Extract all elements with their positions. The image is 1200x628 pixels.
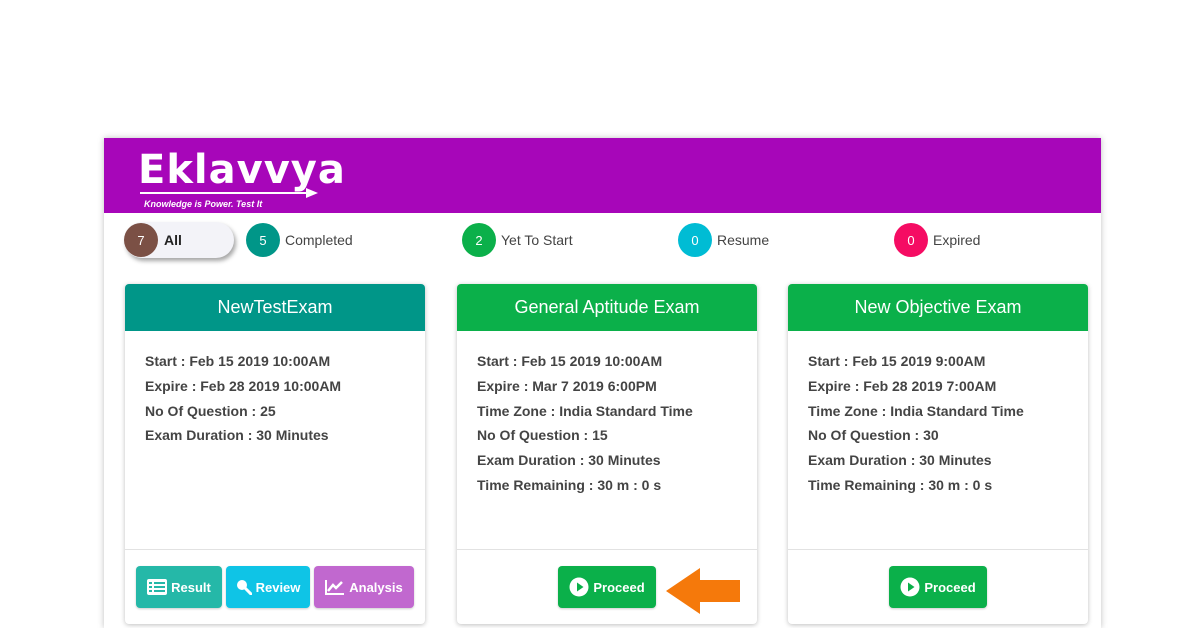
filter-all[interactable]: 7 All	[124, 222, 234, 258]
exam-card-title: New Objective Exam	[788, 284, 1088, 331]
filter-expired-label: Expired	[933, 232, 981, 248]
exam-question-count: No Of Question : 15	[477, 427, 608, 444]
exam-start: Start : Feb 15 2019 9:00AM	[808, 353, 986, 369]
app-header: Eklavvya Knowledge is Power. Test It	[104, 138, 1101, 213]
exam-card-details: Start : Feb 15 2019 9:00AM Expire : Feb …	[788, 331, 1088, 549]
exam-dashboard: Eklavvya Knowledge is Power. Test It 7 A…	[104, 138, 1101, 628]
line-chart-icon	[325, 580, 345, 595]
exam-duration: Exam Duration : 30 Minutes	[145, 427, 329, 444]
logo-tagline: Knowledge is Power. Test It	[144, 199, 263, 209]
logo-wordmark: Eklavvya	[138, 147, 346, 193]
exam-card-title: General Aptitude Exam	[457, 284, 757, 331]
exam-duration: Exam Duration : 30 Minutes	[808, 452, 992, 469]
filter-yet-to-start-count: 2	[462, 223, 496, 257]
exam-card-actions: Proceed	[788, 549, 1088, 624]
exam-expire: Expire : Mar 7 2019 6:00PM	[477, 377, 657, 394]
exam-expire: Expire : Feb 28 2019 7:00AM	[808, 377, 997, 394]
exam-time-remaining: Time Remaining : 30 m : 0 s	[808, 476, 993, 493]
exam-card-details: Start : Feb 15 2019 10:00AM Expire : Feb…	[125, 331, 425, 549]
exam-question-count: No Of Question : 25	[145, 402, 276, 419]
list-icon	[147, 579, 168, 595]
exam-time-zone: Time Zone : India Standard Time	[808, 402, 1024, 419]
exam-duration: Exam Duration : 30 Minutes	[477, 452, 661, 469]
arrow-left-icon	[666, 568, 740, 614]
proceed-button-label: Proceed	[593, 579, 645, 595]
status-filter-bar: 7 All 5 Completed 2 Yet To Start 0 Resum…	[104, 222, 1101, 262]
exam-start: Start : Feb 15 2019 10:00AM	[145, 353, 331, 369]
magnifier-icon	[236, 580, 252, 595]
filter-yet-to-start-label: Yet To Start	[501, 232, 573, 248]
filter-completed-count: 5	[246, 223, 280, 257]
filter-resume-label: Resume	[717, 232, 770, 248]
analysis-button-label: Analysis	[349, 579, 403, 595]
exam-time-remaining: Time Remaining : 30 m : 0 s	[477, 476, 662, 493]
result-button-label: Result	[171, 579, 211, 595]
exam-card-title: NewTestExam	[125, 284, 425, 331]
play-circle-icon	[569, 577, 589, 597]
filter-yet-to-start[interactable]: 2 Yet To Start	[462, 222, 573, 258]
exam-card-details: Start : Feb 15 2019 10:00AM Expire : Mar…	[457, 331, 757, 549]
exam-card-actions: Result Review Analysis	[125, 549, 425, 624]
exam-start: Start : Feb 15 2019 10:00AM	[477, 353, 663, 369]
filter-expired[interactable]: 0 Expired	[894, 222, 980, 258]
proceed-button[interactable]: Proceed	[558, 566, 656, 608]
filter-resume-count: 0	[678, 223, 712, 257]
review-button[interactable]: Review	[226, 566, 310, 608]
filter-all-label: All	[164, 232, 182, 248]
filter-expired-count: 0	[894, 223, 928, 257]
filter-resume[interactable]: 0 Resume	[678, 222, 769, 258]
proceed-button[interactable]: Proceed	[889, 566, 987, 608]
exam-question-count: No Of Question : 30	[808, 427, 939, 444]
exam-card-newtestexam: NewTestExam Start : Feb 15 2019 10:00AM …	[125, 284, 425, 624]
filter-completed[interactable]: 5 Completed	[246, 222, 353, 258]
result-button[interactable]: Result	[136, 566, 222, 608]
exam-card-new-objective: New Objective Exam Start : Feb 15 2019 9…	[788, 284, 1088, 624]
play-circle-icon	[900, 577, 920, 597]
analysis-button[interactable]: Analysis	[314, 566, 414, 608]
filter-completed-label: Completed	[285, 232, 353, 248]
eklavvya-logo[interactable]: Eklavvya Knowledge is Power. Test It	[138, 148, 345, 209]
proceed-button-label: Proceed	[924, 579, 976, 595]
logo-arrow-icon	[140, 188, 318, 198]
exam-expire: Expire : Feb 28 2019 10:00AM	[145, 377, 342, 394]
filter-all-count: 7	[124, 223, 158, 257]
exam-time-zone: Time Zone : India Standard Time	[477, 402, 693, 419]
review-button-label: Review	[255, 579, 301, 595]
